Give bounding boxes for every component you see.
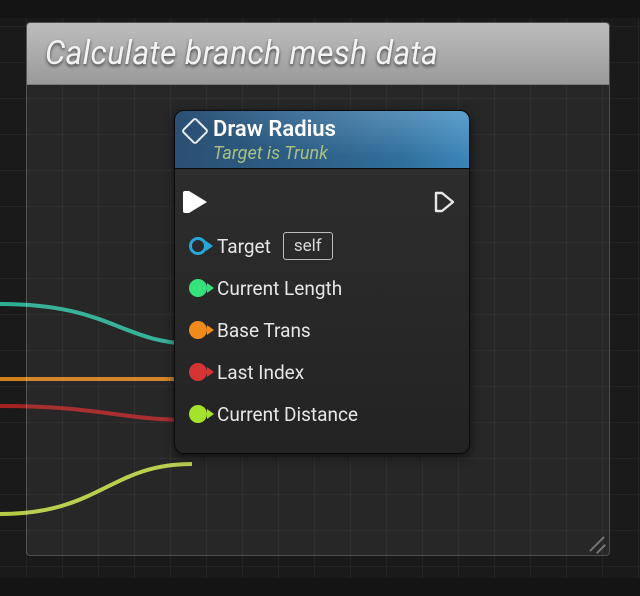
pin-current-distance[interactable]	[189, 405, 207, 423]
pin-label-base-trans: Base Trans	[217, 319, 311, 342]
comment-title: Calculate branch mesh data	[45, 34, 438, 73]
pin-current-length[interactable]	[189, 279, 207, 297]
function-icon	[181, 117, 209, 145]
node-title-block: Draw Radius Target is Trunk	[213, 117, 336, 165]
resize-grip-icon[interactable]	[587, 533, 605, 551]
pin-label-target: Target	[217, 235, 271, 258]
viewport-border-top	[0, 0, 640, 18]
pin-last-index[interactable]	[189, 363, 207, 381]
viewport-border-bottom	[0, 578, 640, 596]
node-title: Draw Radius	[213, 117, 336, 142]
exec-out-pin[interactable]	[433, 190, 455, 212]
pin-label-last-index: Last Index	[217, 361, 304, 384]
node-body: Target self Current Length Base Trans La…	[175, 169, 469, 453]
pin-base-trans[interactable]	[189, 321, 207, 339]
node-draw-radius[interactable]: Draw Radius Target is Trunk Target self …	[174, 110, 470, 454]
input-row-target: Target self	[189, 225, 455, 267]
exec-row	[189, 179, 455, 225]
node-subtitle: Target is Trunk	[213, 144, 336, 165]
comment-header[interactable]: Calculate branch mesh data	[27, 23, 609, 85]
pin-target[interactable]	[189, 237, 207, 255]
input-row-current-length: Current Length	[189, 267, 455, 309]
pin-label-current-length: Current Length	[217, 277, 342, 300]
input-row-current-distance: Current Distance	[189, 393, 455, 435]
node-header[interactable]: Draw Radius Target is Trunk	[175, 111, 469, 169]
input-row-last-index: Last Index	[189, 351, 455, 393]
pin-label-current-distance: Current Distance	[217, 403, 358, 426]
self-chip[interactable]: self	[283, 232, 333, 260]
input-row-base-trans: Base Trans	[189, 309, 455, 351]
